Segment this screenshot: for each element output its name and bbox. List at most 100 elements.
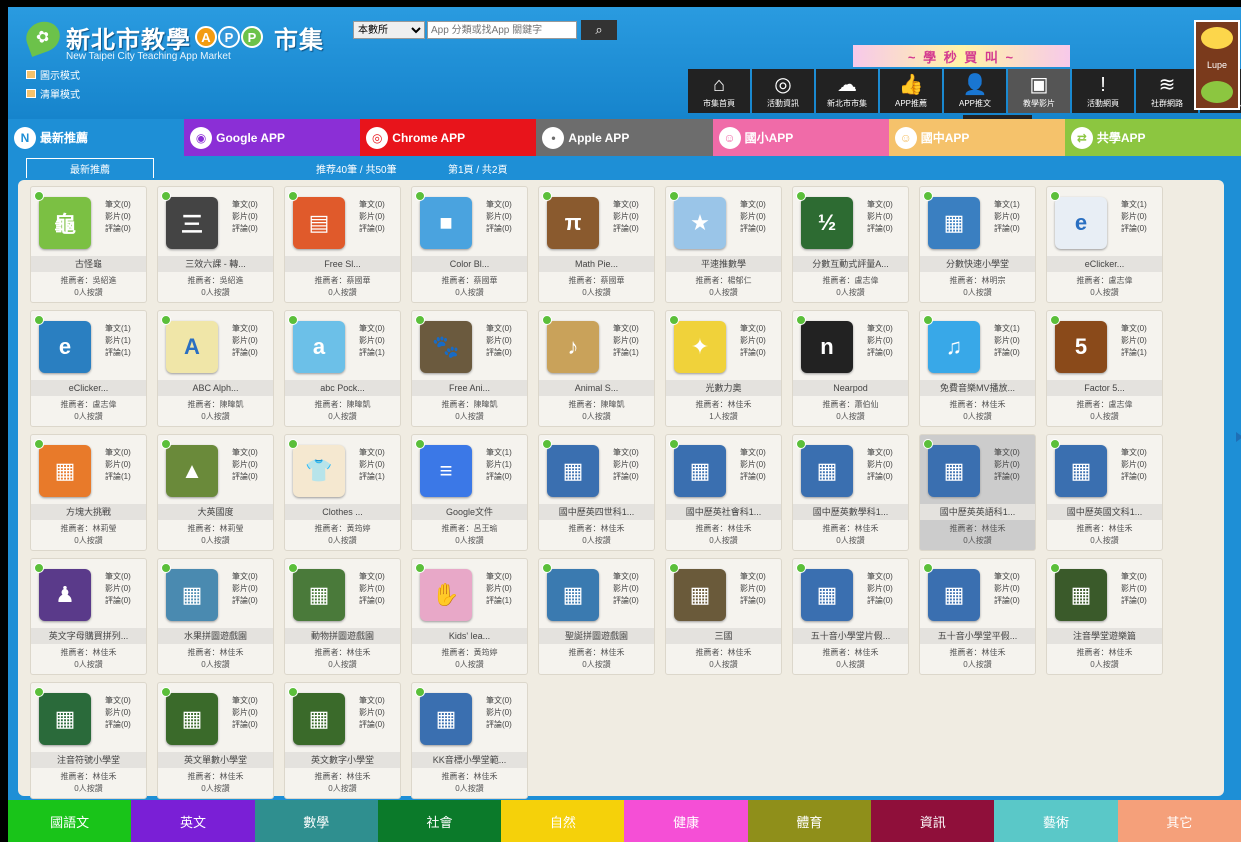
search-button[interactable]: ⌕: [581, 20, 617, 40]
tab-latest[interactable]: 最新推薦: [26, 158, 154, 178]
search-scope-select[interactable]: 本數所: [353, 21, 425, 39]
app-icon[interactable]: ▤: [293, 197, 345, 249]
list-mode-link[interactable]: 清單模式: [26, 86, 80, 101]
app-name[interactable]: 三國: [666, 628, 781, 644]
app-name[interactable]: 五十音小學堂平假...: [920, 628, 1035, 644]
app-card[interactable]: a 筆文(0) 影片(0) 評論(1) abc Pock... 推薦者：陳暐凱 0人按讚: [284, 310, 401, 427]
app-icon[interactable]: 5: [1055, 321, 1107, 373]
app-card[interactable]: ▦ 筆文(0) 影片(0) 評論(0) 國中歷英國文科1... 推薦者：林佳禾 0人按讚: [1046, 434, 1163, 551]
app-card[interactable]: ▦ 筆文(0) 影片(0) 評論(0) 五十音小學堂平假... 推薦者：林佳禾 0人按讚: [919, 558, 1036, 675]
app-icon[interactable]: ▦: [420, 693, 472, 745]
app-name[interactable]: 英文數字小學堂: [285, 752, 400, 768]
tool-cloud[interactable]: ☁ 新北市市集: [816, 69, 878, 113]
mascot-ad[interactable]: Lupe: [1194, 20, 1240, 110]
app-card[interactable]: ▦ 筆文(0) 影片(0) 評論(0) 英文單數小學堂 推薦者：林佳禾 0人按讚: [157, 682, 274, 799]
app-name[interactable]: 國中歷英英語科1...: [920, 504, 1035, 520]
subject-tab-9[interactable]: 其它: [1117, 800, 1241, 842]
app-card[interactable]: ▦ 筆文(0) 影片(0) 評論(0) 國中歷英四世科1... 推薦者：林佳禾 0人按讚: [538, 434, 655, 551]
app-card[interactable]: ▦ 筆文(0) 影片(0) 評論(0) 三國 推薦者：林佳禾 0人按讚: [665, 558, 782, 675]
app-name[interactable]: 英文單數小學堂: [158, 752, 273, 768]
app-icon[interactable]: n: [801, 321, 853, 373]
app-card[interactable]: ♫ 筆文(1) 影片(0) 評論(0) 免費音樂MV播放... 推薦者：林佳禾 0人按讚: [919, 310, 1036, 427]
app-name[interactable]: 水果拼圖遊戲園: [158, 628, 273, 644]
app-card[interactable]: ♟ 筆文(0) 影片(0) 評論(0) 英文字母購買拼列... 推薦者：林佳禾 0人按讚: [30, 558, 147, 675]
app-name[interactable]: Color Bl...: [412, 256, 527, 272]
app-name[interactable]: 方塊大挑戰: [31, 504, 146, 520]
app-card[interactable]: 5 筆文(0) 影片(0) 評論(1) Factor 5... 推薦者：盧志偉 0人按讚: [1046, 310, 1163, 427]
tool-user[interactable]: 👤 APP推文: [944, 69, 1006, 113]
app-name[interactable]: 注音學堂遊樂篇: [1047, 628, 1162, 644]
app-card[interactable]: ▦ 筆文(0) 影片(0) 評論(0) 國中歷英數學科1... 推薦者：林佳禾 0人按讚: [792, 434, 909, 551]
app-name[interactable]: 國中歷英國文科1...: [1047, 504, 1162, 520]
search-input[interactable]: [427, 21, 577, 39]
app-icon[interactable]: ≡: [420, 445, 472, 497]
app-icon[interactable]: π: [547, 197, 599, 249]
app-icon[interactable]: ♫: [928, 321, 980, 373]
app-card[interactable]: ▦ 筆文(0) 影片(0) 評論(0) 注音學堂遊樂篇 推薦者：林佳禾 0人按讚: [1046, 558, 1163, 675]
app-icon[interactable]: ✋: [420, 569, 472, 621]
category-tab-3[interactable]: • Apple APP: [536, 119, 713, 156]
app-icon[interactable]: ♪: [547, 321, 599, 373]
app-icon[interactable]: ▦: [928, 197, 980, 249]
app-name[interactable]: Clothes ...: [285, 504, 400, 520]
app-icon[interactable]: ▦: [801, 445, 853, 497]
tool-alert[interactable]: ! 活動網頁: [1072, 69, 1134, 113]
next-page-arrow-icon[interactable]: [1236, 432, 1241, 442]
app-name[interactable]: abc Pock...: [285, 380, 400, 396]
subject-tab-1[interactable]: 英文: [131, 800, 255, 842]
app-card[interactable]: ▦ 筆文(0) 影片(0) 評論(0) 國中歷英社會科1... 推薦者：林佳禾 0人按讚: [665, 434, 782, 551]
app-icon[interactable]: e: [39, 321, 91, 373]
app-card[interactable]: ★ 筆文(0) 影片(0) 評論(0) 平速推數學 推薦者：楊郁仁 0人按讚: [665, 186, 782, 303]
app-icon[interactable]: ▦: [1055, 569, 1107, 621]
app-card[interactable]: ▦ 筆文(0) 影片(0) 評論(0) 國中歷英英語科1... 推薦者：林佳禾 0人按讚: [919, 434, 1036, 551]
app-icon[interactable]: ▦: [39, 693, 91, 745]
app-card[interactable]: ✦ 筆文(0) 影片(0) 評論(0) 光數力奧 推薦者：林佳禾 1人按讚: [665, 310, 782, 427]
app-card[interactable]: ♪ 筆文(0) 影片(0) 評論(1) Animal S... 推薦者：陳暐凱 0人按讚: [538, 310, 655, 427]
app-card[interactable]: ▦ 筆文(0) 影片(0) 評論(0) 水果拼圖遊戲園 推薦者：林佳禾 0人按讚: [157, 558, 274, 675]
app-name[interactable]: 光數力奧: [666, 380, 781, 396]
tool-screen[interactable]: ▣ 教學影片: [1008, 69, 1070, 113]
app-icon[interactable]: 🐾: [420, 321, 472, 373]
app-icon[interactable]: 三: [166, 197, 218, 249]
app-card[interactable]: 三筆文(0) 影片(0) 評論(0) 三效六課 - 轉... 推薦者：吳紹進 0人按讚: [157, 186, 274, 303]
app-icon[interactable]: ▦: [39, 445, 91, 497]
subject-tab-8[interactable]: 藝術: [994, 800, 1118, 842]
app-name[interactable]: 五十音小學堂片假...: [793, 628, 908, 644]
app-card[interactable]: ✋ 筆文(0) 影片(0) 評論(1) Kids' lea... 推薦者：黃筠婷 0人按讚: [411, 558, 528, 675]
category-tab-0[interactable]: N 最新推薦: [8, 119, 185, 156]
subject-tab-5[interactable]: 健康: [624, 800, 748, 842]
category-tab-5[interactable]: ☺ 國中APP: [888, 119, 1065, 156]
app-name[interactable]: 分數快速小學堂: [920, 256, 1035, 272]
subject-tab-6[interactable]: 體育: [747, 800, 872, 842]
tool-dial[interactable]: ◎ 活動資訊: [752, 69, 814, 113]
app-name[interactable]: 聖誕拼圖遊戲園: [539, 628, 654, 644]
app-card[interactable]: 👕 筆文(0) 影片(0) 評論(1) Clothes ... 推薦者：黃筠婷 0人按讚: [284, 434, 401, 551]
app-card[interactable]: ▦ 筆文(0) 影片(0) 評論(0) 動物拼圖遊戲園 推薦者：林佳禾 0人按讚: [284, 558, 401, 675]
app-card[interactable]: 龜筆文(0) 影片(0) 評論(0) 古怪龜 推薦者：吳紹進 0人按讚: [30, 186, 147, 303]
app-name[interactable]: 古怪龜: [31, 256, 146, 272]
subject-tab-7[interactable]: 資訊: [871, 800, 995, 842]
app-icon[interactable]: ½: [801, 197, 853, 249]
app-name[interactable]: 動物拼圖遊戲園: [285, 628, 400, 644]
app-card[interactable]: ■ 筆文(0) 影片(0) 評論(0) Color Bl... 推薦者：蔡國華 0人按讚: [411, 186, 528, 303]
app-name[interactable]: 免費音樂MV播放...: [920, 380, 1035, 396]
app-name[interactable]: Free Sl...: [285, 256, 400, 272]
app-icon[interactable]: ▦: [801, 569, 853, 621]
tool-thumbs-up[interactable]: 👍 APP推薦: [880, 69, 942, 113]
app-name[interactable]: Math Pie...: [539, 256, 654, 272]
app-name[interactable]: Kids' lea...: [412, 628, 527, 644]
app-name[interactable]: ABC Alph...: [158, 380, 273, 396]
category-tab-1[interactable]: ◉ Google APP: [184, 119, 361, 156]
tool-layers[interactable]: ≋ 社群網路: [1136, 69, 1198, 113]
app-card[interactable]: e 筆文(1) 影片(0) 評論(0) eClicker... 推薦者：盧志偉 0人按讚: [1046, 186, 1163, 303]
app-icon[interactable]: ▦: [928, 569, 980, 621]
app-icon[interactable]: ▦: [1055, 445, 1107, 497]
app-card[interactable]: ▦ 筆文(0) 影片(0) 評論(0) 五十音小學堂片假... 推薦者：林佳禾 0人按讚: [792, 558, 909, 675]
app-name[interactable]: Free Ani...: [412, 380, 527, 396]
app-card[interactable]: π 筆文(0) 影片(0) 評論(0) Math Pie... 推薦者：蔡國華 0人按讚: [538, 186, 655, 303]
app-icon[interactable]: ▦: [928, 445, 980, 497]
category-tab-4[interactable]: ☺ 國小APP: [712, 119, 889, 156]
app-name[interactable]: 注音符號小學堂: [31, 752, 146, 768]
app-icon[interactable]: ▦: [547, 569, 599, 621]
app-card[interactable]: ½ 筆文(0) 影片(0) 評論(0) 分數互動式評量A... 推薦者：盧志偉 0人按讚: [792, 186, 909, 303]
